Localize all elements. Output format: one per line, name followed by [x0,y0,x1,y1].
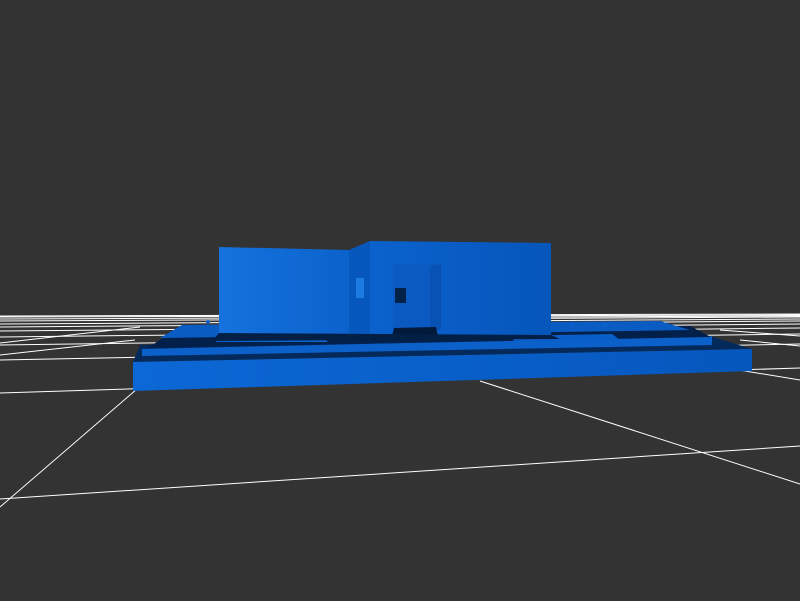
door-window [395,288,406,303]
post-marker [602,322,608,328]
grid-line [0,388,138,508]
grid-line [0,445,800,500]
doorway-shade [430,264,441,330]
3d-viewport[interactable] [0,0,800,601]
post-marker [644,325,650,331]
grid-line [0,339,136,356]
grid-line [0,326,141,344]
3d-scene[interactable] [0,0,800,601]
post-marker [206,320,210,324]
grid-line [479,380,800,485]
model-buildings[interactable] [212,241,560,341]
post-marker [569,321,575,327]
side-window [356,278,364,298]
left-building [219,247,349,333]
